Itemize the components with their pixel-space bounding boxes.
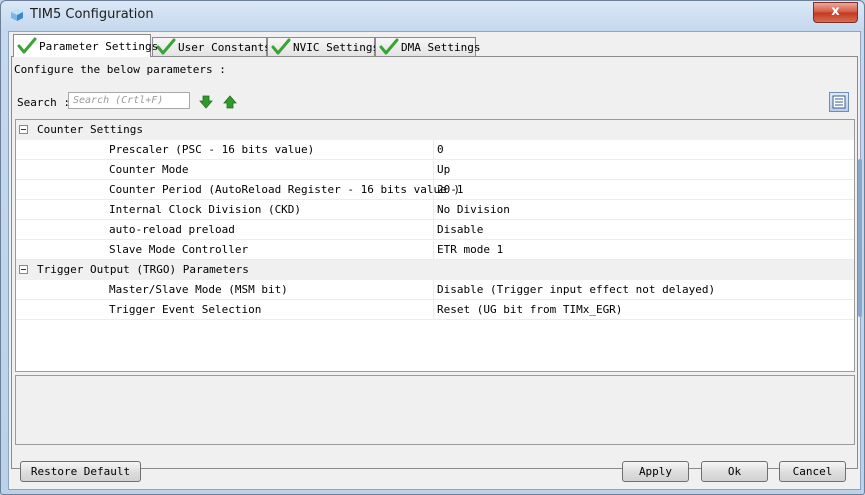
parameter-name: Counter Period (AutoReload Register - 16… (109, 183, 460, 196)
check-icon (379, 38, 399, 55)
parameter-value[interactable]: Disable (Trigger input effect not delaye… (437, 283, 715, 296)
window-title: TIM5 Configuration (30, 7, 154, 22)
arrow-up-icon[interactable] (223, 95, 237, 109)
parameter-name: Slave Mode Controller (109, 243, 249, 256)
column-divider (433, 220, 434, 240)
column-divider (433, 160, 434, 180)
collapse-icon[interactable] (19, 265, 28, 274)
window-edge-scroll-strip (858, 159, 862, 317)
parameter-value[interactable]: 0 (437, 143, 444, 156)
list-view-icon (832, 95, 846, 109)
column-divider (433, 200, 434, 220)
parameter-name: auto-reload preload (109, 223, 235, 236)
tab-user-constants[interactable]: User Constants (152, 37, 271, 56)
restore-default-button[interactable]: Restore Default (20, 461, 141, 482)
parameter-row[interactable]: auto-reload preload Disable (16, 220, 854, 240)
tab-dma-settings[interactable]: DMA Settings (375, 37, 480, 56)
tab-label: Parameter Settings (39, 39, 159, 53)
group-label: Trigger Output (TRGO) Parameters (37, 263, 249, 276)
parameter-row[interactable]: Internal Clock Division (CKD) No Divisio… (16, 200, 854, 220)
group-label: Counter Settings (37, 123, 143, 136)
parameter-name: Trigger Event Selection (109, 303, 262, 316)
parameter-name: Prescaler (PSC - 16 bits value) (109, 143, 315, 156)
parameter-value[interactable]: 20-1 (437, 183, 464, 196)
search-label: Search : (17, 96, 70, 109)
collapse-icon[interactable] (19, 125, 28, 134)
column-divider (433, 140, 434, 160)
tab-label: User Constants (178, 40, 271, 54)
parameter-row[interactable]: Counter Period (AutoReload Register - 16… (16, 180, 854, 200)
parameter-row[interactable]: Trigger Event Selection Reset (UG bit fr… (16, 300, 854, 320)
configuration-window: TIM5 Configuration x Parameter Settings … (0, 0, 865, 495)
parameter-row[interactable]: Master/Slave Mode (MSM bit) Disable (Tri… (16, 280, 854, 300)
parameter-value[interactable]: Up (437, 163, 450, 176)
info-text: Configure the below parameters : (14, 63, 226, 76)
parameter-settings-panel: Configure the below parameters : Search … (11, 56, 858, 469)
cancel-button[interactable]: Cancel (779, 461, 846, 482)
parameter-name: Internal Clock Division (CKD) (109, 203, 302, 216)
parameter-value[interactable]: ETR mode 1 (437, 243, 503, 256)
tab-label: NVIC Settings (293, 40, 380, 54)
parameter-value[interactable]: Disable (437, 223, 483, 236)
column-divider (433, 300, 434, 320)
arrow-down-icon[interactable] (199, 95, 213, 109)
parameter-grid: Counter Settings Prescaler (PSC - 16 bit… (15, 119, 855, 372)
description-panel (15, 375, 855, 445)
app-cube-icon (11, 9, 23, 21)
group-row-counter-settings[interactable]: Counter Settings (16, 120, 854, 140)
search-input[interactable] (68, 92, 190, 109)
group-row-trigger-output[interactable]: Trigger Output (TRGO) Parameters (16, 260, 854, 280)
check-icon (156, 38, 176, 55)
tab-strip: Parameter Settings User Constants NVIC S… (11, 34, 851, 58)
ok-button[interactable]: Ok (701, 461, 768, 482)
check-icon (271, 38, 291, 55)
tab-parameter-settings[interactable]: Parameter Settings (13, 34, 158, 57)
close-button[interactable]: x (813, 2, 858, 23)
parameter-row[interactable]: Counter Mode Up (16, 160, 854, 180)
column-divider (433, 240, 434, 260)
parameter-row[interactable]: Slave Mode Controller ETR mode 1 (16, 240, 854, 260)
parameter-row[interactable]: Prescaler (PSC - 16 bits value) 0 (16, 140, 854, 160)
column-divider (433, 280, 434, 300)
title-bar[interactable]: TIM5 Configuration x (1, 1, 864, 29)
parameter-name: Master/Slave Mode (MSM bit) (109, 283, 288, 296)
parameter-value[interactable]: Reset (UG bit from TIMx_EGR) (437, 303, 622, 316)
dialog-body: Parameter Settings User Constants NVIC S… (8, 31, 861, 490)
column-divider (433, 180, 434, 200)
parameter-value[interactable]: No Division (437, 203, 510, 216)
apply-button[interactable]: Apply (622, 461, 689, 482)
tab-label: DMA Settings (401, 40, 481, 54)
tab-nvic-settings[interactable]: NVIC Settings (267, 37, 379, 56)
list-view-toggle[interactable] (829, 92, 849, 112)
parameter-name: Counter Mode (109, 163, 189, 176)
check-icon (17, 37, 37, 54)
